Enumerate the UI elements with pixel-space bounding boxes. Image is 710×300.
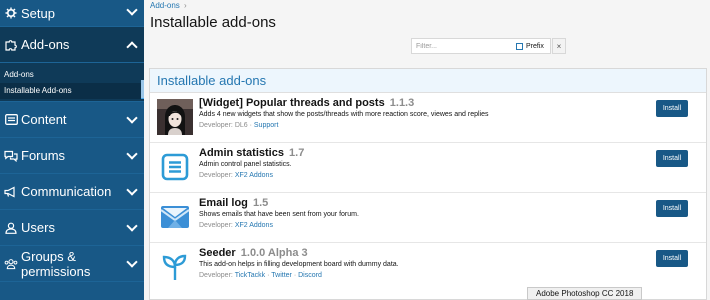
addon-row: Admin statistics 1.7 Admin control panel… (150, 143, 706, 193)
filter-input[interactable] (412, 39, 512, 53)
users-icon (4, 257, 18, 271)
nav-section-setup[interactable]: Setup (0, 0, 144, 27)
addon-version: 1.0.0 Alpha 3 (240, 247, 308, 259)
addon-title-line: Seeder 1.0.0 Alpha 3 (199, 246, 596, 260)
page-title: Installable add-ons (150, 14, 276, 31)
addon-developer: Developer: XF2 Addons (199, 170, 596, 181)
install-button[interactable]: Install (656, 200, 688, 217)
addon-title[interactable]: Email log (199, 197, 248, 209)
addon-title[interactable]: Seeder (199, 247, 236, 259)
prefix-checkbox[interactable]: Prefix (516, 42, 544, 50)
envelope-icon (157, 199, 193, 235)
addon-version: 1.7 (289, 147, 305, 159)
installable-addons-block: Installable add-ons [Widget] Popular thr… (149, 68, 707, 300)
developer-link[interactable]: TickTackk (235, 272, 265, 279)
nav-section-users[interactable]: Users (0, 210, 144, 246)
nav-label: Users (21, 220, 55, 235)
addon-info: [Widget] Popular threads and posts 1.1.3… (199, 96, 596, 131)
breadcrumb: Add-ons › (150, 1, 187, 10)
addon-row: Email log 1.5 Shows emails that have bee… (150, 193, 706, 243)
discord-link[interactable]: Discord (298, 272, 322, 279)
nav-section-content[interactable]: Content (0, 102, 144, 138)
install-button[interactable]: Install (656, 150, 688, 167)
nav-label: Add-ons (21, 37, 70, 52)
nav-label: Groups & permissions (21, 248, 91, 279)
addon-row: [Widget] Popular threads and posts 1.1.3… (150, 93, 706, 143)
install-button[interactable]: Install (656, 250, 688, 267)
addon-description: Shows emails that have been sent from yo… (199, 211, 359, 218)
sprout-icon (157, 249, 193, 285)
prefix-label: Prefix (526, 42, 544, 50)
nav-section-communication[interactable]: Communication (0, 174, 144, 210)
nav-section-addons[interactable]: Add-ons (0, 27, 144, 63)
sidebar-item-addons[interactable]: Add-ons (0, 67, 144, 83)
gear-icon (4, 6, 18, 20)
content-icon (4, 113, 18, 127)
chevron-down-icon[interactable] (126, 183, 138, 196)
avatar-image-icon (157, 99, 193, 135)
addon-description: This add-on helps in filling development… (199, 261, 399, 268)
nav-label: Setup (21, 5, 55, 21)
clear-filter-button[interactable]: × (552, 38, 566, 54)
addon-title-line: [Widget] Popular threads and posts 1.1.3 (199, 96, 596, 110)
user-icon (4, 221, 18, 235)
addon-row: Seeder 1.0.0 Alpha 3 This add-on helps i… (150, 243, 706, 293)
sidebar: Setup Add-ons Add-ons Installable Add-on… (0, 0, 144, 300)
developer-name: DL6 (234, 122, 248, 129)
addon-info: Admin statistics 1.7 Admin control panel… (199, 146, 596, 181)
addon-title[interactable]: Admin statistics (199, 147, 284, 159)
addon-description: Adds 4 new widgets that show the posts/t… (199, 111, 489, 118)
nav-label: Communication (21, 184, 112, 199)
megaphone-icon (4, 185, 18, 199)
addon-version: 1.1.3 (389, 97, 415, 109)
list-icon (157, 149, 193, 185)
developer-prefix: Developer: (199, 272, 233, 279)
nav-label: Content (21, 112, 67, 127)
nav-label: Forums (21, 148, 66, 163)
tooltip: Adobe Photoshop CC 2018 (527, 287, 643, 300)
addon-version: 1.5 (252, 197, 269, 209)
chevron-down-icon[interactable] (126, 111, 138, 124)
chevron-down-icon[interactable] (126, 219, 138, 232)
developer-prefix: Developer: (199, 122, 233, 129)
addon-developer: Developer: TickTackk · Twitter · Discord (199, 272, 322, 279)
twitter-link[interactable]: Twitter (271, 272, 292, 279)
addon-info: Seeder 1.0.0 Alpha 3 This add-on helps i… (199, 246, 596, 281)
puzzle-icon (4, 38, 18, 52)
forums-icon (4, 149, 18, 163)
filter-bar: Prefix (411, 38, 551, 54)
developer-link[interactable]: XF2 Addons (235, 172, 273, 179)
checkbox-icon[interactable] (516, 42, 523, 50)
support-link[interactable]: Support (254, 122, 279, 129)
addon-title[interactable]: [Widget] Popular threads and posts (199, 97, 385, 109)
chevron-down-icon[interactable] (126, 147, 138, 160)
addons-submenu: Add-ons Installable Add-ons (0, 63, 144, 102)
addon-developer: Developer: DL6 · Support (199, 122, 279, 129)
developer-link[interactable]: XF2 Addons (235, 222, 273, 229)
addon-description: Admin control panel statistics. (199, 161, 292, 168)
nav-section-forums[interactable]: Forums (0, 138, 144, 174)
sidebar-item-installable-addons[interactable]: Installable Add-ons (0, 83, 144, 99)
nav-section-groups-permissions[interactable]: Groups & permissions (0, 246, 144, 282)
developer-prefix: Developer: (199, 222, 233, 229)
addon-title-line: Email log 1.5 (199, 196, 596, 210)
addon-developer: Developer: XF2 Addons (199, 220, 596, 231)
breadcrumb-separator: › (184, 1, 187, 10)
addon-title-line: Admin statistics 1.7 (199, 146, 596, 160)
install-button[interactable]: Install (656, 100, 688, 117)
developer-prefix: Developer: (199, 172, 233, 179)
chevron-up-icon[interactable] (126, 40, 138, 53)
addon-info: Email log 1.5 Shows emails that have bee… (199, 196, 596, 231)
breadcrumb-link-addons[interactable]: Add-ons (150, 1, 180, 10)
chevron-down-icon[interactable] (126, 4, 138, 16)
block-header: Installable add-ons (150, 69, 706, 93)
